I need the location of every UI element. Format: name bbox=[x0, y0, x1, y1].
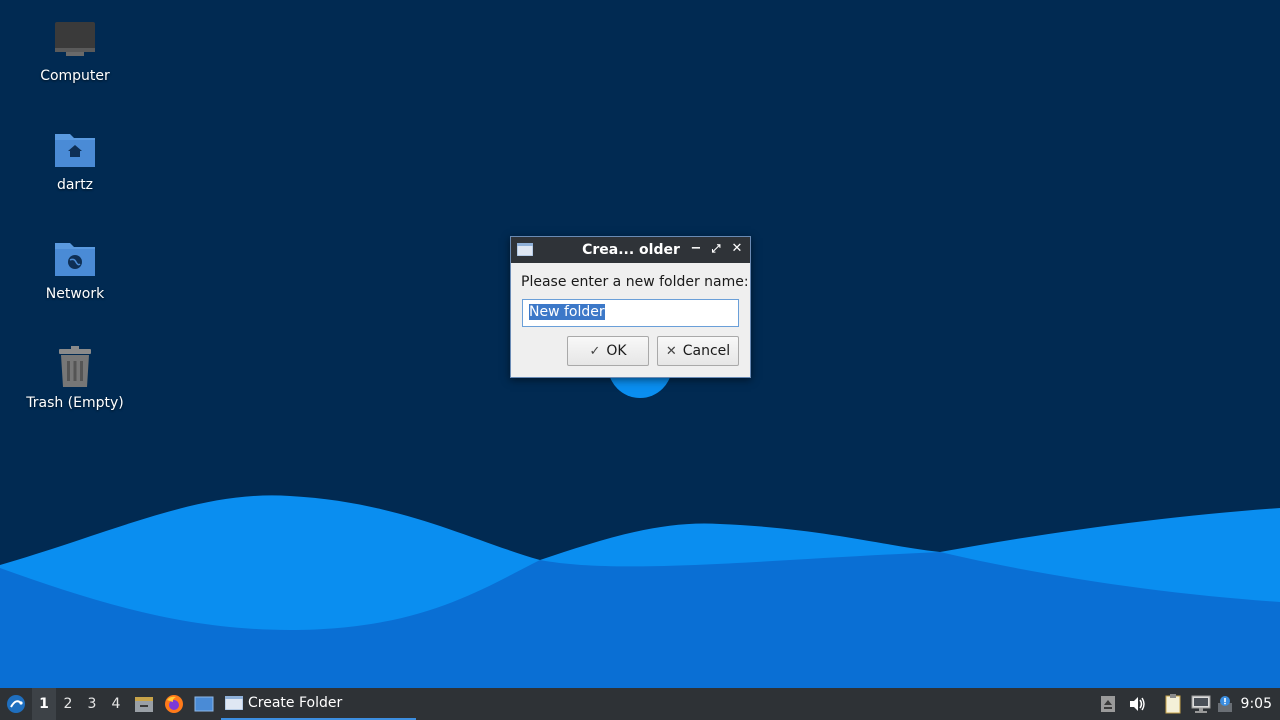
dialog-title: Crea... older bbox=[582, 242, 680, 258]
task-label: Create Folder bbox=[248, 695, 343, 711]
workspace-1[interactable]: 1 bbox=[32, 688, 56, 720]
clipboard-tray-button[interactable] bbox=[1162, 688, 1184, 720]
create-folder-dialog: Crea... older − ⤢ ✕ Please enter a new f… bbox=[510, 236, 751, 378]
minimize-icon[interactable]: − bbox=[688, 241, 704, 257]
desktop-icon-label: Trash (Empty) bbox=[26, 395, 124, 411]
eject-icon bbox=[1101, 696, 1115, 712]
workspace-2[interactable]: 2 bbox=[56, 688, 80, 720]
trash-icon bbox=[59, 346, 91, 387]
clipboard-icon bbox=[1165, 694, 1181, 714]
update-notifier-tray-button[interactable] bbox=[1216, 688, 1236, 720]
cancel-button-label: Cancel bbox=[682, 343, 731, 359]
window-icon bbox=[225, 696, 243, 710]
desktop-icon-label: dartz bbox=[56, 177, 94, 193]
volume-tray-button[interactable] bbox=[1126, 688, 1148, 720]
firefox-icon bbox=[165, 695, 183, 713]
network-folder-icon bbox=[55, 243, 95, 276]
dialog-titlebar[interactable]: Crea... older − ⤢ ✕ bbox=[511, 237, 750, 263]
taskbar-task-create-folder[interactable]: Create Folder bbox=[221, 688, 416, 720]
show-desktop-button[interactable] bbox=[193, 688, 215, 720]
desktop-icon-network[interactable]: Network bbox=[20, 236, 130, 302]
desktop-icon-trash[interactable]: Trash (Empty) bbox=[20, 345, 130, 411]
selected-input-text: New folder bbox=[529, 304, 605, 320]
folder-name-input[interactable]: New folder bbox=[522, 299, 739, 327]
workspace-4[interactable]: 4 bbox=[104, 688, 128, 720]
volume-icon bbox=[1130, 697, 1145, 711]
start-menu-button[interactable] bbox=[2, 688, 30, 720]
ok-button[interactable]: ✓ OK bbox=[567, 336, 649, 366]
clock[interactable]: 9:05 bbox=[1241, 688, 1272, 720]
network-tray-button[interactable] bbox=[1190, 688, 1212, 720]
update-notification-icon bbox=[1218, 696, 1232, 712]
ok-button-label: OK bbox=[606, 343, 627, 359]
desktop-icon-label: Network bbox=[45, 286, 105, 302]
dialog-prompt: Please enter a new folder name: bbox=[521, 274, 749, 290]
workspace-3[interactable]: 3 bbox=[80, 688, 104, 720]
eject-tray-button[interactable] bbox=[1098, 688, 1118, 720]
checkmark-icon: ✓ bbox=[589, 343, 601, 359]
window-icon bbox=[517, 243, 533, 256]
desktop-icon bbox=[194, 696, 214, 712]
taskbar: 1 2 3 4 Create Folder 9:05 bbox=[0, 688, 1280, 720]
file-manager-icon bbox=[135, 697, 153, 712]
close-icon[interactable]: ✕ bbox=[729, 241, 745, 257]
home-folder-icon bbox=[55, 134, 95, 167]
desktop-icon-computer[interactable]: Computer bbox=[20, 18, 130, 84]
maximize-icon[interactable]: ⤢ bbox=[708, 241, 724, 257]
cancel-button[interactable]: ✕ Cancel bbox=[657, 336, 739, 366]
desktop-icon-home-folder[interactable]: dartz bbox=[20, 127, 130, 193]
computer-icon bbox=[55, 22, 95, 56]
firefox-launcher[interactable] bbox=[163, 688, 185, 720]
lubuntu-logo-icon bbox=[7, 695, 25, 713]
cancel-x-icon: ✕ bbox=[665, 343, 677, 359]
desktop-icon-label: Computer bbox=[40, 68, 110, 84]
file-manager-launcher[interactable] bbox=[133, 688, 155, 720]
network-wired-icon bbox=[1191, 695, 1211, 713]
